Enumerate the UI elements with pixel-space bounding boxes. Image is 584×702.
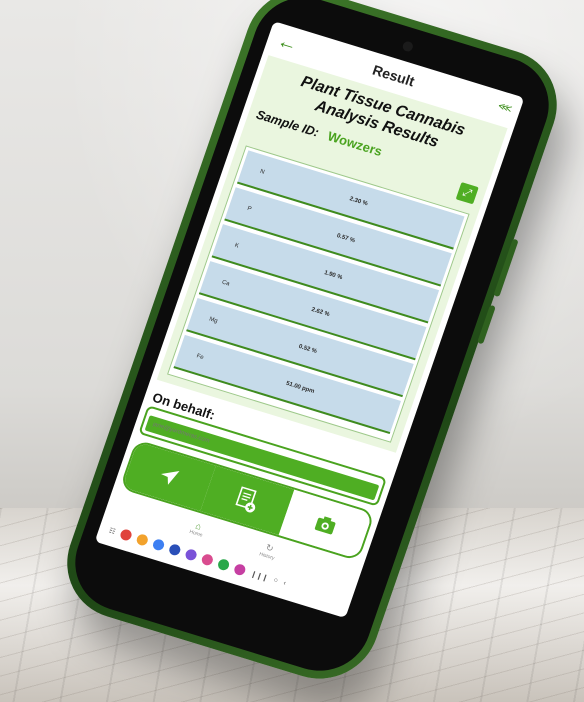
home-circle-icon[interactable]: ○ — [273, 577, 279, 585]
app-icon[interactable] — [216, 557, 231, 572]
app-icon[interactable] — [135, 533, 150, 547]
app-icon[interactable] — [233, 562, 248, 577]
send-icon — [161, 470, 180, 485]
add-report-icon — [235, 486, 257, 513]
app-icon[interactable] — [184, 548, 199, 562]
expand-icon[interactable]: ⤢ — [455, 182, 479, 205]
recents-icon[interactable]: ❙❙❙ — [250, 569, 269, 582]
phone: ← Result ⋘ Plant Tissue Cannabis Analysi… — [51, 0, 573, 693]
app-icon[interactable] — [119, 528, 134, 542]
apps-grid-icon[interactable]: ☷ — [108, 526, 117, 535]
nav-home[interactable]: ⌂ Home — [188, 520, 206, 540]
app-icon[interactable] — [151, 538, 166, 552]
phone-scene: ← Result ⋘ Plant Tissue Cannabis Analysi… — [22, 0, 582, 694]
nav-history[interactable]: ↻ History — [258, 541, 278, 561]
app-icon[interactable] — [168, 543, 183, 557]
system-back-icon[interactable]: ‹ — [282, 580, 287, 587]
camera-icon — [314, 516, 336, 535]
app-icon[interactable] — [200, 553, 215, 567]
